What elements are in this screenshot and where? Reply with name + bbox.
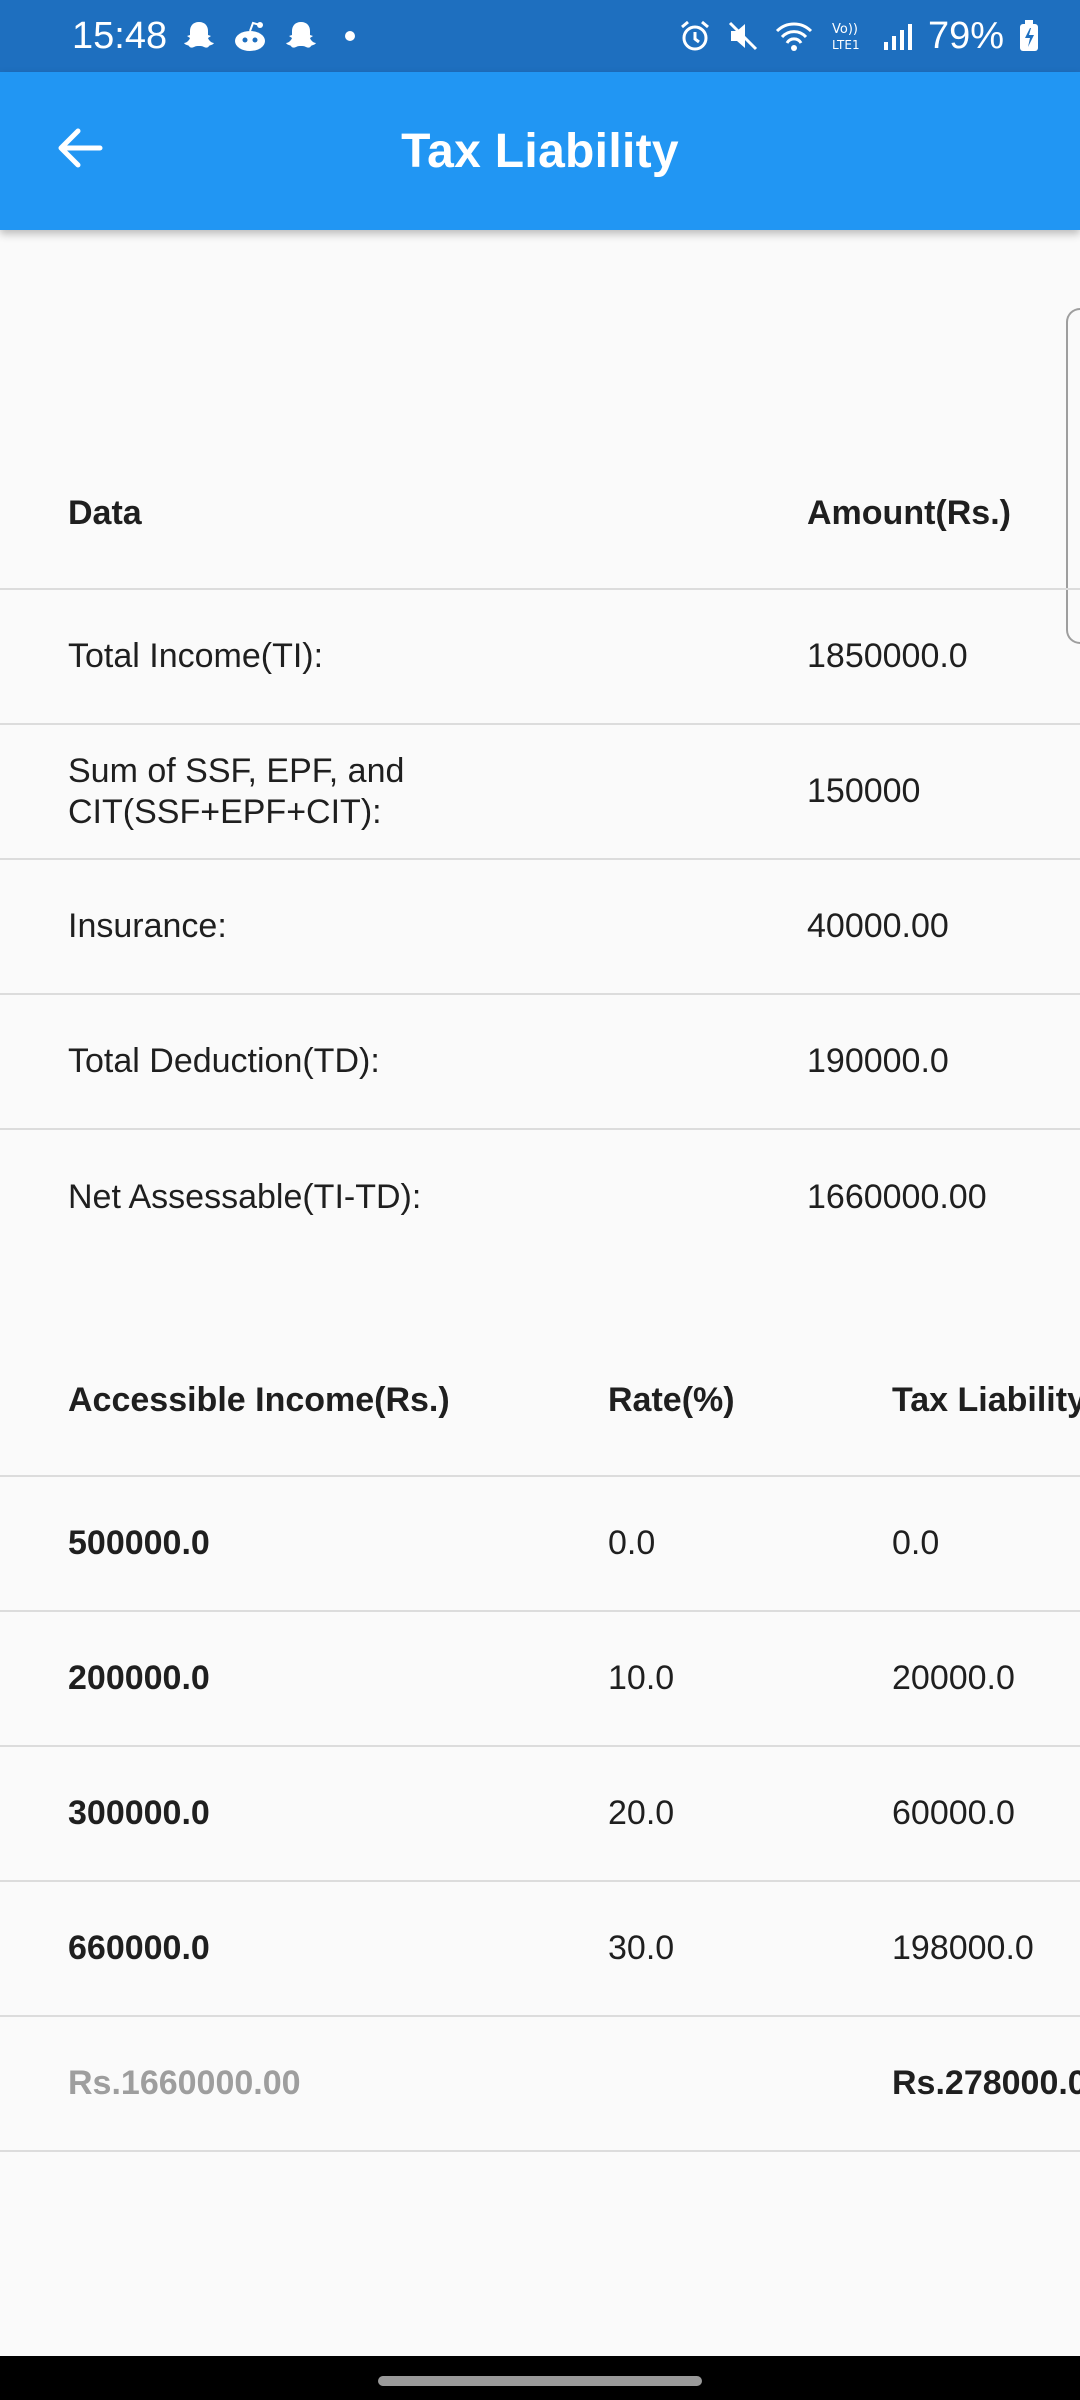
row-label: Total Deduction(TD): bbox=[68, 1042, 380, 1081]
reddit-icon bbox=[231, 19, 269, 53]
slab-liability: 20000.0 bbox=[892, 1659, 1015, 1698]
row-value: 150000 bbox=[807, 772, 921, 811]
status-time: 15:48 bbox=[72, 14, 168, 57]
column-header-rate: Rate(%) bbox=[608, 1380, 735, 1419]
slab-income: 300000.0 bbox=[68, 1794, 210, 1833]
snapchat-icon bbox=[283, 18, 319, 54]
table-total-row: Rs.1660000.00 Rs.278000.0 bbox=[0, 2017, 1080, 2152]
system-navigation-bar bbox=[0, 2356, 1080, 2400]
table-row: 660000.0 30.0 198000.0 bbox=[0, 1882, 1080, 2017]
tax-slab-table-header: Accessible Income(Rs.) Rate(%) Tax Liabi… bbox=[0, 1325, 1080, 1477]
row-label: Sum of SSF, EPF, and CIT(SSF+EPF+CIT): bbox=[68, 751, 405, 831]
table-row: Total Income(TI): 1850000.0 bbox=[0, 590, 1080, 725]
slab-liability: 198000.0 bbox=[892, 1929, 1034, 1968]
table-row: 500000.0 0.0 0.0 bbox=[0, 1477, 1080, 1612]
row-value: 1660000.00 bbox=[807, 1178, 987, 1217]
status-bar: 15:48 Vo)) LTE1 79% bbox=[0, 0, 1080, 72]
slab-income: 500000.0 bbox=[68, 1524, 210, 1563]
page-title: Tax Liability bbox=[401, 124, 679, 178]
battery-charging-icon bbox=[1018, 19, 1040, 53]
row-value: 40000.00 bbox=[807, 907, 949, 946]
signal-icon bbox=[882, 20, 914, 52]
table-row: Insurance: 40000.00 bbox=[0, 860, 1080, 995]
slab-income: 660000.0 bbox=[68, 1929, 210, 1968]
total-income: Rs.1660000.00 bbox=[68, 2064, 301, 2103]
wifi-icon bbox=[774, 19, 814, 53]
table-row: 300000.0 20.0 60000.0 bbox=[0, 1747, 1080, 1882]
column-header-data: Data bbox=[68, 493, 142, 532]
column-header-amount: Amount(Rs.) bbox=[807, 493, 1011, 532]
svg-text:LTE1: LTE1 bbox=[832, 38, 860, 52]
alarm-icon bbox=[678, 19, 712, 53]
slab-liability: 0.0 bbox=[892, 1524, 940, 1563]
table-row: Total Deduction(TD): 190000.0 bbox=[0, 995, 1080, 1130]
svg-text:Vo)): Vo)) bbox=[832, 22, 858, 37]
slab-rate: 0.0 bbox=[608, 1524, 656, 1563]
table-row: Net Assessable(TI-TD): 1660000.00 bbox=[0, 1130, 1080, 1265]
row-label: Total Income(TI): bbox=[68, 637, 324, 676]
total-liability: Rs.278000.0 bbox=[892, 2064, 1080, 2103]
slab-rate: 30.0 bbox=[608, 1929, 675, 1968]
slab-rate: 20.0 bbox=[608, 1794, 675, 1833]
row-value: 1850000.0 bbox=[807, 637, 968, 676]
status-bar-right: Vo)) LTE1 79% bbox=[678, 15, 1040, 58]
row-value: 190000.0 bbox=[807, 1042, 949, 1081]
table-row: Sum of SSF, EPF, and CIT(SSF+EPF+CIT): 1… bbox=[0, 725, 1080, 860]
mute-icon bbox=[726, 19, 760, 53]
slab-income: 200000.0 bbox=[68, 1659, 210, 1698]
column-header-liability: Tax Liability bbox=[892, 1380, 1080, 1419]
row-label: Insurance: bbox=[68, 907, 227, 946]
tax-slab-table: Accessible Income(Rs.) Rate(%) Tax Liabi… bbox=[0, 1325, 1080, 2152]
slab-liability: 60000.0 bbox=[892, 1794, 1015, 1833]
app-bar: Tax Liability bbox=[0, 72, 1080, 230]
column-header-income: Accessible Income(Rs.) bbox=[68, 1380, 450, 1419]
slab-rate: 10.0 bbox=[608, 1659, 675, 1698]
status-bar-left: 15:48 bbox=[72, 14, 356, 58]
snapchat-icon bbox=[181, 18, 217, 54]
notification-dot-icon bbox=[345, 31, 356, 41]
home-gesture-handle[interactable] bbox=[378, 2376, 702, 2386]
row-label: Net Assessable(TI-TD): bbox=[68, 1178, 422, 1217]
summary-table: Data Amount(Rs.) Total Income(TI): 18500… bbox=[0, 438, 1080, 1265]
volte-icon: Vo)) LTE1 bbox=[828, 19, 868, 53]
summary-table-header: Data Amount(Rs.) bbox=[0, 438, 1080, 590]
battery-percent: 79% bbox=[927, 14, 1004, 57]
table-row: 200000.0 10.0 20000.0 bbox=[0, 1612, 1080, 1747]
